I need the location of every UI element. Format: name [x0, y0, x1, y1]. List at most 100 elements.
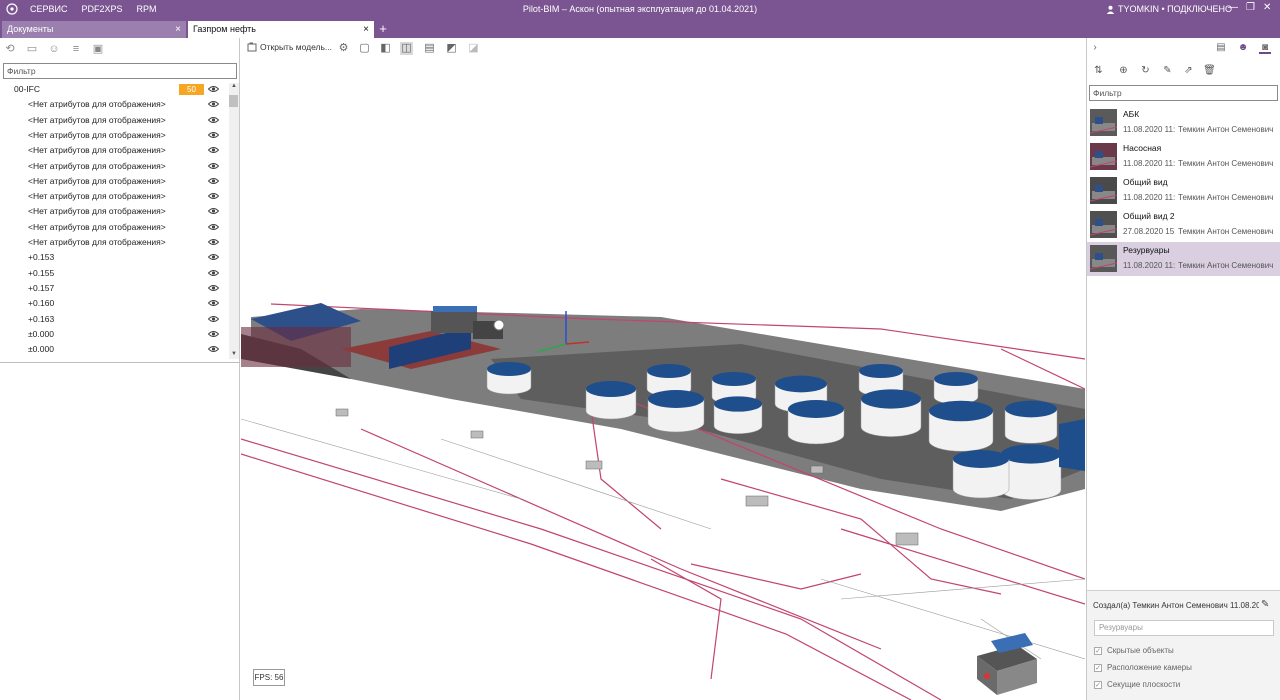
visibility-eye-icon[interactable]	[208, 345, 219, 353]
menu-item-rpm[interactable]: RPM	[137, 4, 157, 14]
visibility-eye-icon[interactable]	[208, 253, 219, 261]
fit-view-icon[interactable]: ▢	[358, 42, 371, 55]
saved-view-item[interactable]: Общий вид 2 27.08.2020 15:3Темкин Антон С…	[1087, 208, 1280, 242]
visibility-eye-icon[interactable]	[208, 269, 219, 277]
notes-icon[interactable]: ▤	[1215, 42, 1227, 54]
users-icon[interactable]: ☻	[1237, 42, 1249, 54]
tree-item[interactable]: +0.157	[0, 281, 228, 296]
view-date: 11.08.2020 11:4	[1123, 261, 1175, 270]
saved-view-item[interactable]: Общий вид 11.08.2020 11:4 Темкин Антон Сем…	[1087, 174, 1280, 208]
share-icon[interactable]: ⇗	[1182, 64, 1195, 77]
tree-item[interactable]: <Нет атрибутов для отображения>	[0, 97, 228, 112]
view-cube[interactable]	[977, 633, 1037, 695]
saved-view-item[interactable]: АБК 11.08.2020 11:4 Темкин Антон Семенович	[1087, 106, 1280, 140]
split-view-icon[interactable]: ◫	[400, 42, 413, 55]
tree-item[interactable]: +0.153	[0, 250, 228, 265]
camera-views-icon[interactable]: ◙	[1259, 42, 1271, 54]
visibility-eye-icon[interactable]	[208, 207, 219, 215]
saved-view-item[interactable]: Насосная 11.08.2020 11:4 Темкин Антон Семе…	[1087, 140, 1280, 174]
visibility-eye-icon[interactable]	[208, 299, 219, 307]
views-filter-input[interactable]: Фильтр	[1089, 85, 1278, 101]
tree-item[interactable]: +0.155	[0, 266, 228, 281]
visibility-eye-icon[interactable]	[208, 100, 219, 108]
edit-icon[interactable]: ✎	[1161, 64, 1174, 77]
minimize-button[interactable]: —	[1228, 2, 1238, 13]
checkbox-icon[interactable]: ✓	[1094, 646, 1102, 655]
add-tab-button[interactable]: +	[376, 21, 390, 38]
hide-icon[interactable]: ◪	[467, 42, 480, 55]
tab-gazprom-label: Газпром нефть	[193, 24, 256, 34]
visibility-eye-icon[interactable]	[208, 330, 219, 338]
isolate-icon[interactable]: ◩	[445, 42, 458, 55]
visibility-eye-icon[interactable]	[208, 238, 219, 246]
scroll-down-icon[interactable]: ▼	[230, 351, 238, 357]
restore-button[interactable]: ❐	[1246, 2, 1255, 13]
checkbox-icon[interactable]: ✓	[1094, 663, 1102, 672]
comment-icon[interactable]: ▤	[423, 42, 436, 55]
delete-icon[interactable]: 🗑	[1203, 64, 1216, 77]
option-hidden-objects[interactable]: ✓ Скрытые объекты	[1094, 646, 1174, 655]
frame-icon[interactable]: ▭	[26, 43, 38, 55]
chart-dropdown-icon[interactable]: ▣	[92, 43, 104, 55]
scroll-up-icon[interactable]: ▲	[230, 83, 238, 89]
tank-roof	[788, 400, 844, 418]
visibility-eye-icon[interactable]	[208, 192, 219, 200]
close-window-button[interactable]: ✕	[1263, 2, 1271, 13]
visibility-eye-icon[interactable]	[208, 85, 219, 93]
add-view-icon[interactable]: ⊕	[1117, 64, 1130, 77]
menu-item-pdf2xps[interactable]: PDF2XPS	[81, 4, 122, 14]
tree-item[interactable]: <Нет атрибутов для отображения>	[0, 143, 228, 158]
collapse-chevron-icon[interactable]: ›	[1089, 42, 1101, 54]
visibility-eye-icon[interactable]	[208, 177, 219, 185]
tree-item[interactable]: <Нет атрибутов для отображения>	[0, 189, 228, 204]
close-tab-icon[interactable]: ×	[363, 21, 369, 38]
tree-root-item[interactable]: 00-IFC 50	[0, 82, 228, 97]
visibility-eye-icon[interactable]	[208, 116, 219, 124]
tree-item[interactable]: +0.163	[0, 312, 228, 327]
tree-filter-input[interactable]: Фильтр	[3, 63, 237, 79]
refresh-icon[interactable]: ↻	[1139, 64, 1152, 77]
option-section-planes[interactable]: ✓ Секущие плоскости	[1094, 680, 1180, 689]
section-box-icon[interactable]: ◧	[379, 42, 392, 55]
tree-item[interactable]: <Нет атрибутов для отображения>	[0, 128, 228, 143]
layers-icon[interactable]: ≡	[70, 43, 82, 55]
tab-documents[interactable]: Документы ×	[2, 21, 186, 38]
person-icon[interactable]: ☺	[48, 43, 60, 55]
visibility-eye-icon[interactable]	[208, 131, 219, 139]
tank-roof	[714, 396, 762, 412]
visibility-eye-icon[interactable]	[208, 223, 219, 231]
sort-icon[interactable]: ⇅	[1092, 64, 1105, 77]
tree-scrollbar[interactable]: ▲ ▼	[229, 83, 239, 359]
tree-item[interactable]: +0.160	[0, 296, 228, 311]
tree-item[interactable]: <Нет атрибутов для отображения>	[0, 235, 228, 250]
option-label: Секущие плоскости	[1107, 680, 1181, 689]
visibility-eye-icon[interactable]	[208, 162, 219, 170]
view-name-input[interactable]: Резурвуары	[1094, 620, 1274, 636]
history-icon[interactable]: ⟲	[4, 43, 16, 55]
tree-item[interactable]: ±0.000	[0, 342, 228, 357]
option-camera-position[interactable]: ✓ Расположение камеры	[1094, 663, 1192, 672]
tree-item[interactable]: <Нет атрибутов для отображения>	[0, 174, 228, 189]
tree-item[interactable]: <Нет атрибутов для отображения>	[0, 220, 228, 235]
visibility-eye-icon[interactable]	[208, 146, 219, 154]
scroll-thumb[interactable]	[229, 95, 238, 107]
visibility-eye-icon[interactable]	[208, 315, 219, 323]
edit-pencil-icon[interactable]: ✎	[1261, 599, 1272, 610]
menu-item-service[interactable]: СЕРВИС	[30, 4, 67, 14]
settings-gear-icon[interactable]: ⚙	[337, 42, 350, 55]
tree-item[interactable]: ±0.000	[0, 327, 228, 342]
tree-item[interactable]: <Нет атрибутов для отображения>	[0, 159, 228, 174]
creator-info: Создал(а) Темкин Антон Семенович 11.08.2…	[1093, 601, 1259, 610]
tree-item[interactable]: <Нет атрибутов для отображения>	[0, 204, 228, 219]
open-model-button[interactable]: Открыть модель...	[247, 42, 332, 52]
visibility-eye-icon[interactable]	[208, 284, 219, 292]
user-status[interactable]: TYOMKIN • ПОДКЛЮЧЕНО	[1106, 4, 1232, 14]
saved-view-item[interactable]: Резурвуары 11.08.2020 11:4 Темкин Антон Се…	[1087, 242, 1280, 276]
model-viewport[interactable]: Открыть модель... ⚙ ▢ ◧ ◫ ▤ ◩ ◪ FPS: 56	[241, 38, 1085, 700]
bim-3d-scene[interactable]	[241, 59, 1085, 700]
tab-gazprom[interactable]: Газпром нефть ×	[188, 21, 374, 38]
checkbox-icon[interactable]: ✓	[1094, 680, 1102, 689]
close-tab-icon[interactable]: ×	[175, 21, 181, 38]
tree-item[interactable]: <Нет атрибутов для отображения>	[0, 113, 228, 128]
view-date: 11.08.2020 11:4	[1123, 125, 1175, 134]
